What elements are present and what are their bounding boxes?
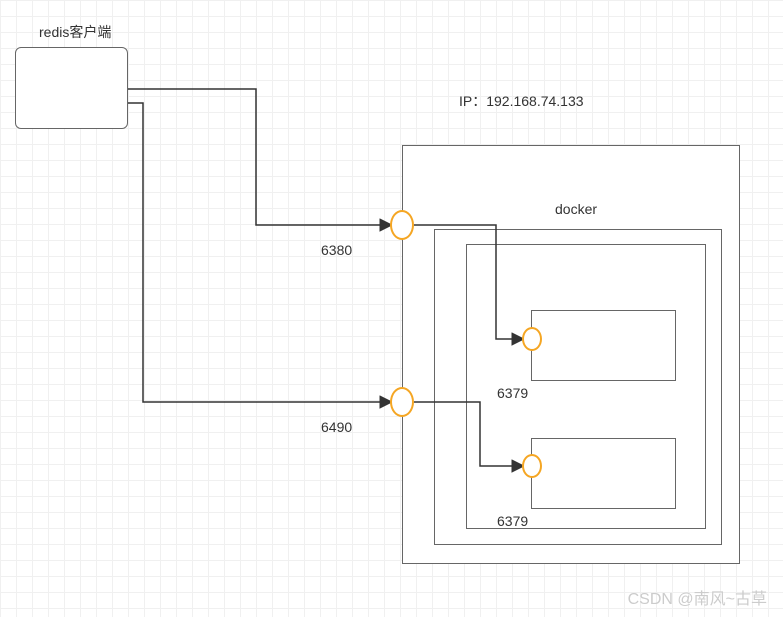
- client-label: redis客户端: [39, 22, 111, 42]
- client-box: [15, 47, 128, 129]
- container1-port-6379-label: 6379: [497, 385, 528, 401]
- host-port-6380: [390, 210, 414, 240]
- container1-port-6379: [522, 327, 542, 351]
- ip-label: IP：192.168.74.133: [459, 91, 584, 111]
- watermark: CSDN @南风~古草: [628, 585, 767, 609]
- redis-instance-2-box: [531, 438, 676, 509]
- redis-instance-1-box: [531, 310, 676, 381]
- host-port-6380-label: 6380: [321, 242, 352, 258]
- container2-port-6379-label: 6379: [497, 513, 528, 529]
- host-port-6490: [390, 387, 414, 417]
- container2-port-6379: [522, 454, 542, 478]
- docker-label: docker: [555, 201, 597, 217]
- host-port-6490-label: 6490: [321, 419, 352, 435]
